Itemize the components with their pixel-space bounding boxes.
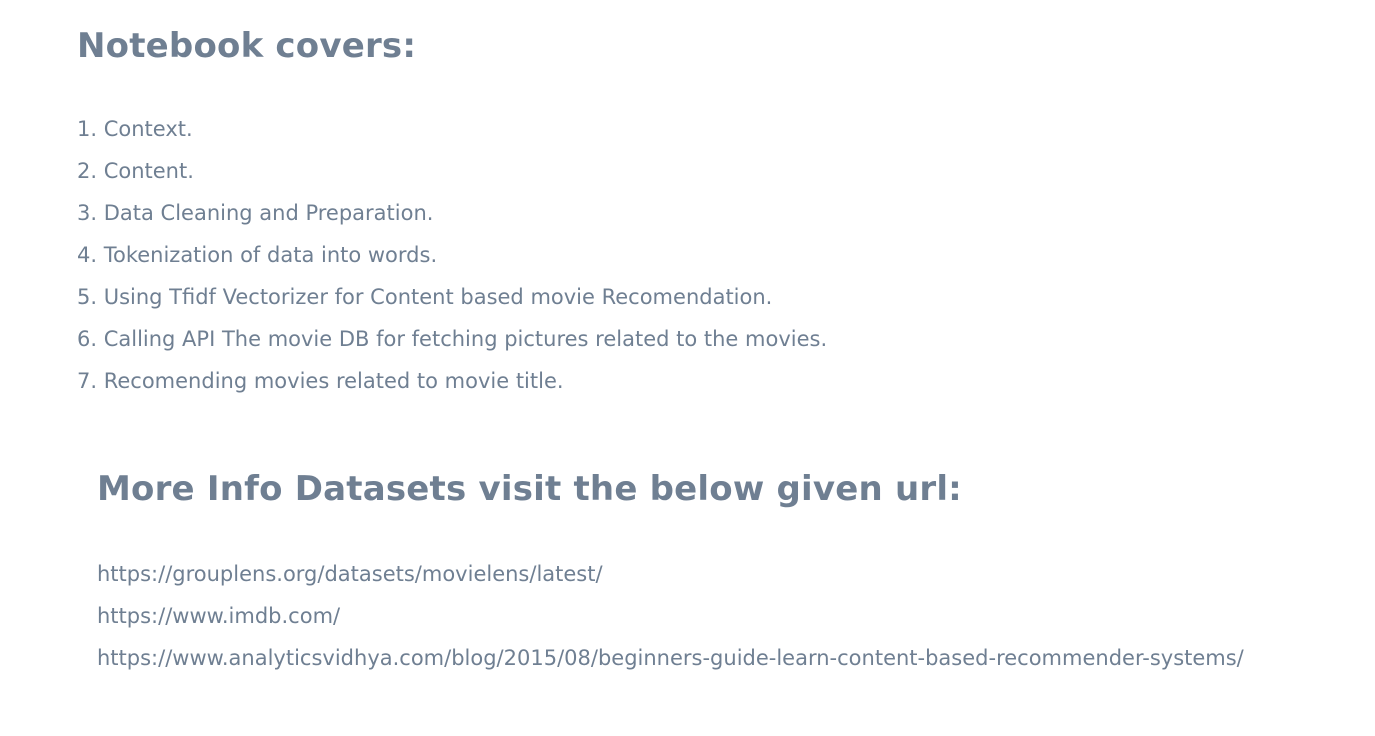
notebook-covers-section: Notebook covers: 1. Context. 2. Content.… — [77, 22, 1277, 402]
url-imdb-link[interactable]: https://www.imdb.com/ — [97, 595, 1297, 637]
list-item: 5. Using Tfidf Vectorizer for Content ba… — [77, 285, 773, 309]
url-list: https://grouplens.org/datasets/movielens… — [97, 553, 1297, 679]
more-info-heading: More Info Datasets visit the below given… — [97, 469, 962, 509]
list-item: 3. Data Cleaning and Preparation. — [77, 201, 434, 225]
more-info-section: More Info Datasets visit the below given… — [97, 465, 1297, 679]
notebook-covers-heading: Notebook covers: — [77, 26, 417, 66]
url-grouplens-link[interactable]: https://grouplens.org/datasets/movielens… — [97, 553, 1297, 595]
list-item: 7. Recomending movies related to movie t… — [77, 369, 564, 393]
url-analyticsvidhya-link[interactable]: https://www.analyticsvidhya.com/blog/201… — [97, 637, 1287, 679]
list-item: 1. Context. — [77, 117, 193, 141]
list-item: 2. Content. — [77, 159, 194, 183]
list-item: 4. Tokenization of data into words. — [77, 243, 438, 267]
notebook-covers-list: 1. Context. 2. Content. 3. Data Cleaning… — [77, 108, 1277, 402]
list-item: 6. Calling API The movie DB for fetching… — [77, 327, 828, 351]
